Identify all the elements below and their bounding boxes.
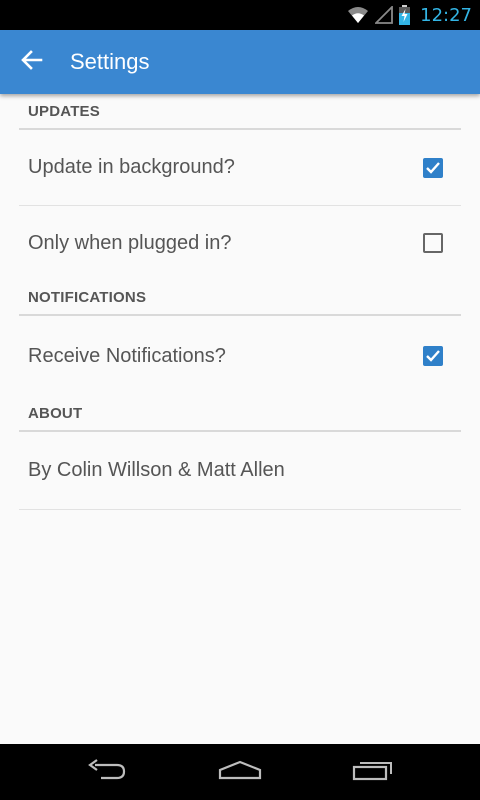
pref-label: Update in background? bbox=[28, 156, 235, 178]
signal-icon bbox=[375, 6, 394, 24]
app-bar: Settings bbox=[0, 30, 480, 94]
nav-recents-button[interactable] bbox=[333, 744, 413, 800]
check-icon bbox=[426, 350, 440, 362]
page-title: Settings bbox=[70, 49, 150, 74]
nav-back-button[interactable] bbox=[67, 744, 147, 800]
status-time: 12:27 bbox=[420, 4, 472, 26]
section-header-about: ABOUT bbox=[19, 396, 461, 432]
settings-list: UPDATES Update in background? Only when … bbox=[0, 94, 480, 744]
back-nav-icon bbox=[87, 758, 127, 786]
pref-update-in-background[interactable]: Update in background? bbox=[19, 130, 461, 206]
pref-label: Only when plugged in? bbox=[28, 231, 232, 254]
status-bar: 12:27 bbox=[0, 0, 480, 30]
about-credits: By Colin Willson & Matt Allen bbox=[19, 432, 461, 510]
battery-charging-icon bbox=[399, 5, 411, 25]
arrow-back-icon bbox=[21, 49, 43, 75]
checkbox-only-when-plugged-in[interactable] bbox=[423, 233, 443, 253]
wifi-icon bbox=[347, 6, 369, 24]
pref-receive-notifications[interactable]: Receive Notifications? bbox=[19, 316, 461, 396]
home-nav-icon bbox=[218, 760, 262, 785]
checkbox-receive-notifications[interactable] bbox=[423, 346, 443, 366]
pref-label: Receive Notifications? bbox=[28, 344, 226, 367]
back-button[interactable] bbox=[0, 30, 64, 94]
section-header-updates: UPDATES bbox=[19, 94, 461, 130]
pref-only-when-plugged-in[interactable]: Only when plugged in? bbox=[19, 206, 461, 280]
navigation-bar bbox=[0, 744, 480, 800]
check-icon bbox=[426, 161, 440, 174]
checkbox-update-in-background[interactable] bbox=[423, 157, 443, 178]
recents-nav-icon bbox=[352, 759, 394, 786]
section-header-notifications: NOTIFICATIONS bbox=[19, 280, 461, 316]
nav-home-button[interactable] bbox=[200, 744, 280, 800]
